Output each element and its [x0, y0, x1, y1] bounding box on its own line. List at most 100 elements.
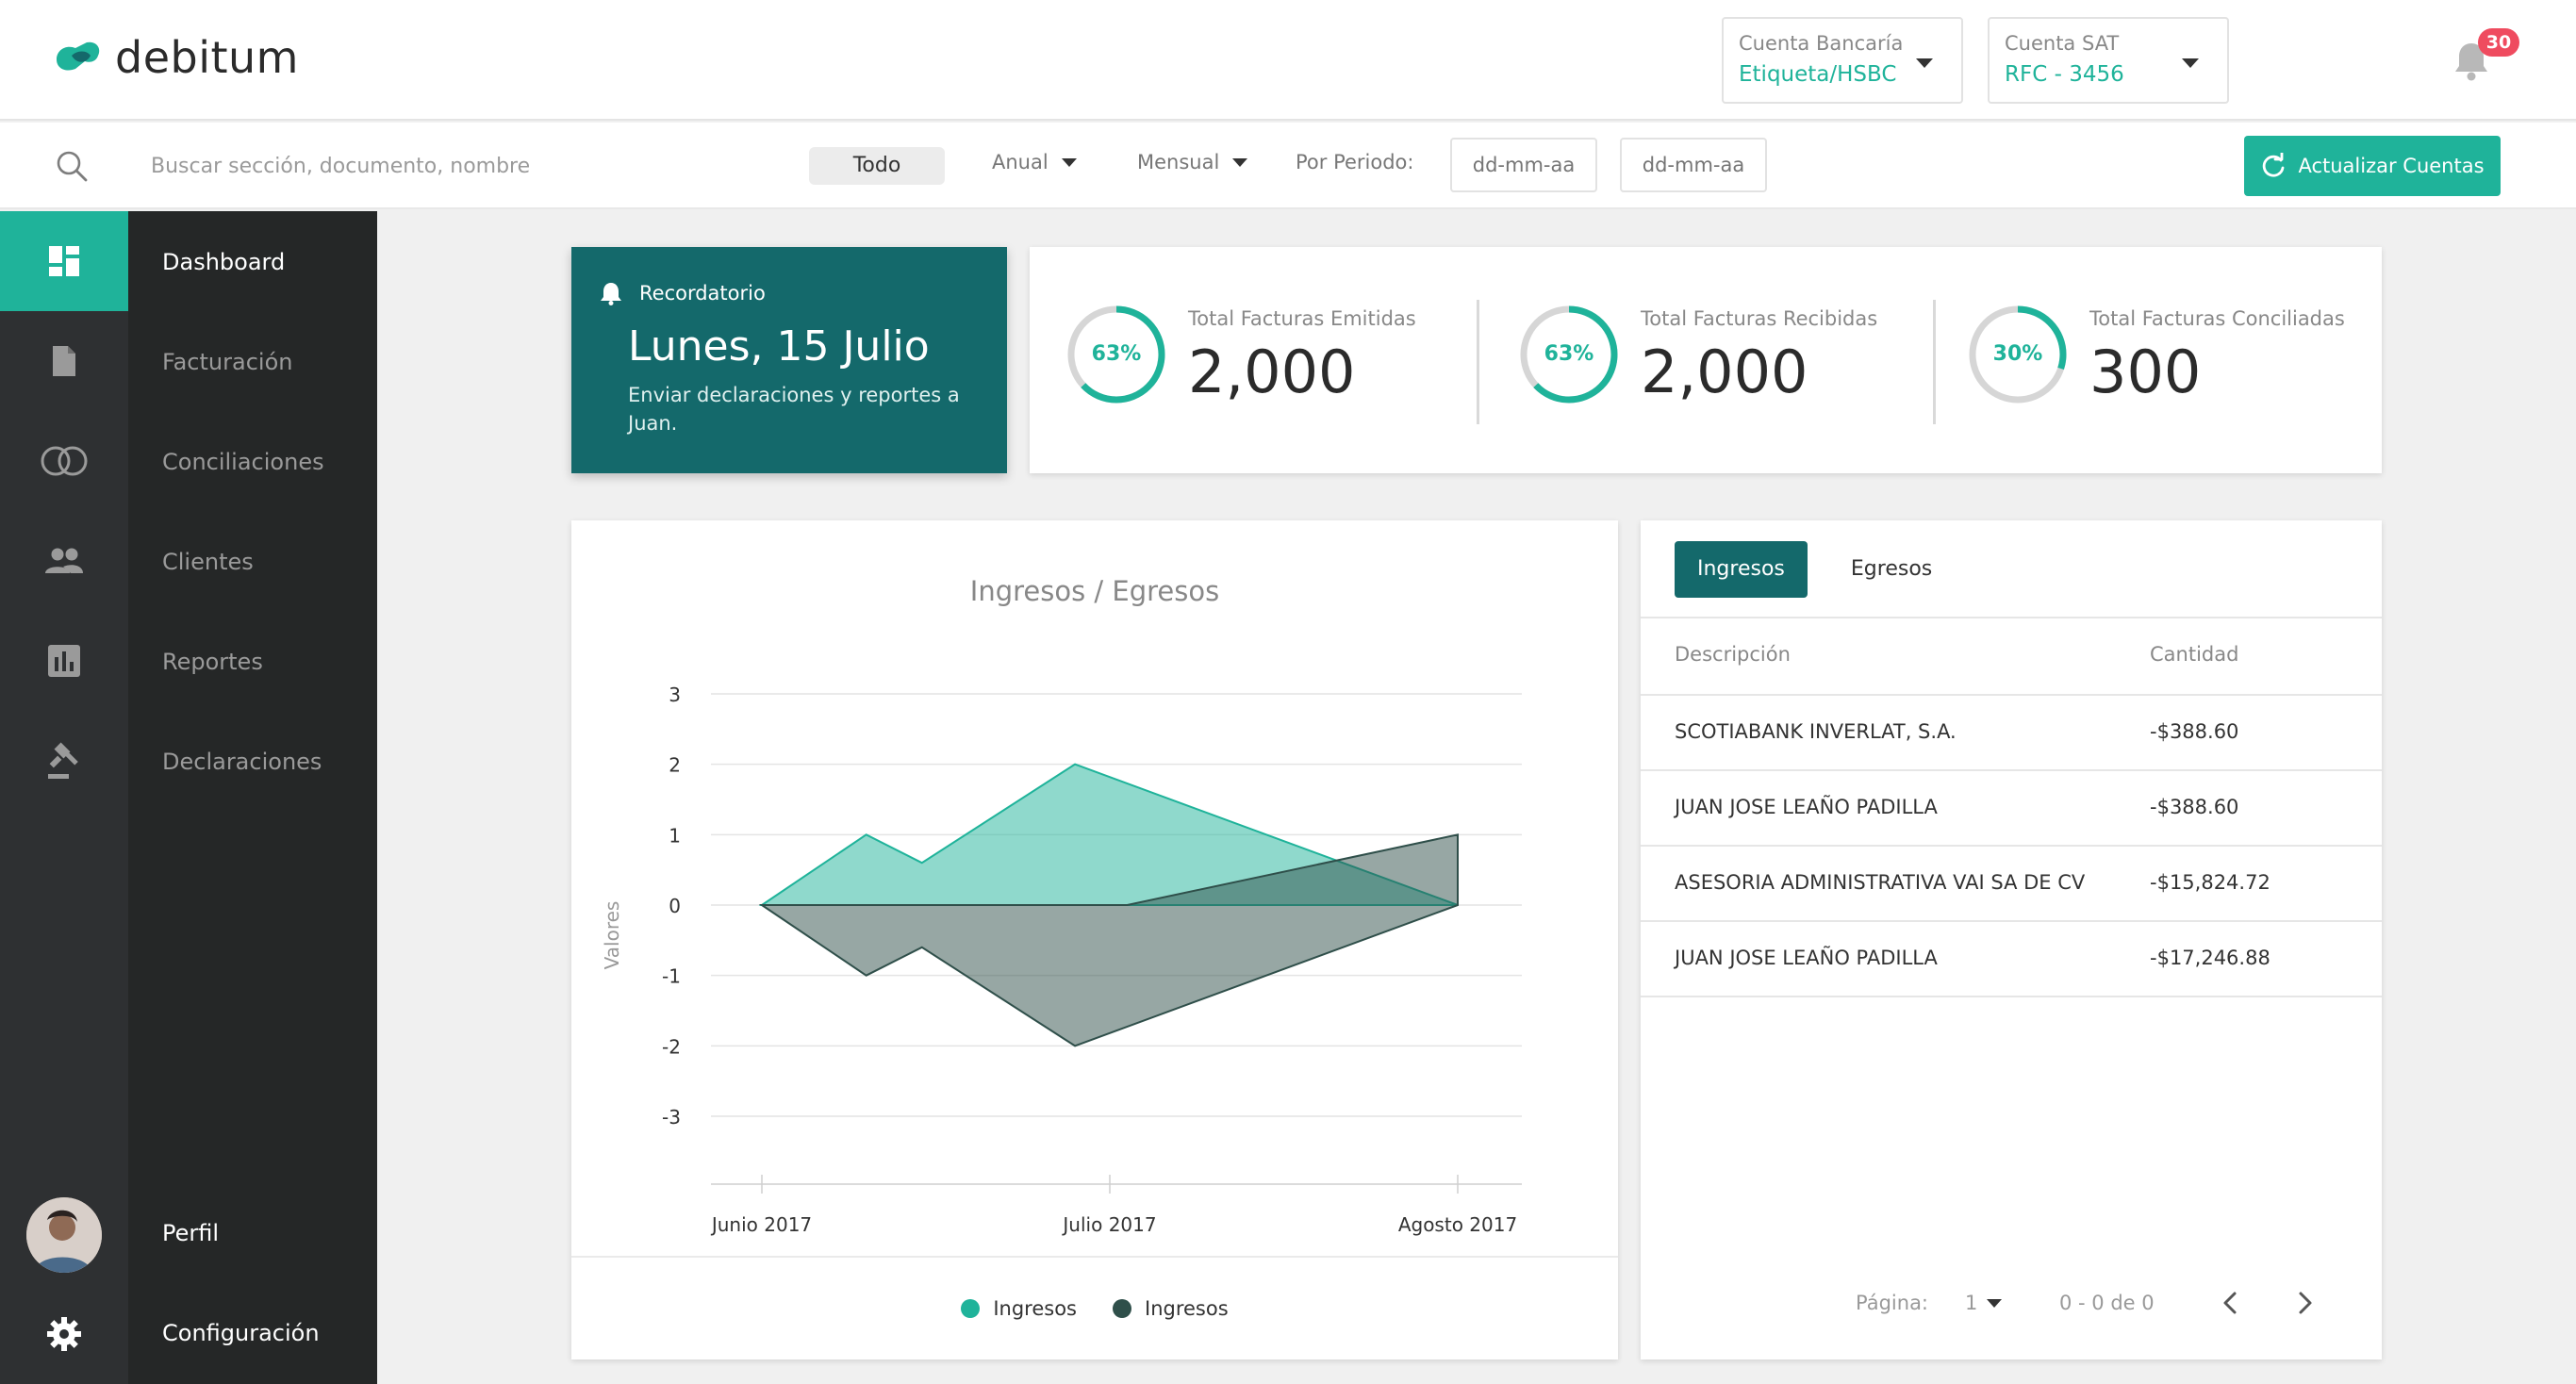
sidebar-item-dashboard[interactable]: Dashboard [162, 249, 285, 275]
stat-label: Total Facturas Conciliadas [2089, 307, 2345, 330]
sidebar-item-conciliaciones[interactable]: Conciliaciones [162, 449, 324, 475]
search-icon[interactable] [55, 149, 89, 183]
pagination-label: Página: [1856, 1292, 1929, 1314]
stat-percent: 30% [1992, 342, 2043, 366]
x-tick-label: Agosto 2017 [1398, 1213, 1517, 1236]
stat-percent: 63% [1091, 342, 1142, 366]
reminder-date: Lunes, 15 Julio [628, 322, 930, 371]
table-row-divider [1641, 996, 2382, 997]
sidebar-item-facturacion[interactable]: Facturación [162, 349, 292, 375]
settings-gear-icon[interactable] [0, 1284, 128, 1384]
y-tick-label: -3 [662, 1106, 681, 1129]
table-row-divider [1641, 769, 2382, 771]
chart-legend: Ingresos Ingresos [571, 1297, 1618, 1320]
transactions-card: Ingresos Egresos Descripción Cantidad SC… [1641, 520, 2382, 1359]
top-header: debitum Cuenta Bancaría Etiqueta/HSBC Cu… [0, 0, 2576, 121]
tab-egresos[interactable]: Egresos [1828, 541, 1955, 598]
chevron-right-icon[interactable] [2287, 1286, 2321, 1320]
table-cell-descripcion: JUAN JOSE LEAÑO PADILLA [1675, 947, 1938, 969]
sidebar-item-declaraciones[interactable]: Declaraciones [162, 749, 322, 775]
legend-item-egresos[interactable]: Ingresos [1113, 1297, 1229, 1320]
sidebar-item-reportes[interactable]: Reportes [162, 649, 263, 675]
refresh-accounts-label: Actualizar Cuentas [2298, 155, 2485, 177]
y-tick-label: 1 [669, 824, 681, 847]
search-input[interactable] [151, 147, 679, 185]
table-cell-cantidad: -$388.60 [2150, 796, 2239, 818]
divider [1641, 694, 2382, 696]
y-tick-label: -1 [662, 965, 681, 988]
stat-label: Total Facturas Recibidas [1641, 307, 1878, 330]
filter-anual-dropdown[interactable]: Anual [992, 151, 1077, 173]
rings-icon[interactable] [0, 411, 128, 511]
sidebar-nav: Dashboard Facturación Conciliaciones Cli… [128, 211, 377, 1384]
bank-account-label: Cuenta Bancaría [1739, 32, 1904, 55]
refresh-icon [2263, 153, 2285, 177]
reminder-description: Enviar declaraciones y reportes a Juan. [628, 384, 960, 435]
sat-account-label: Cuenta SAT [2005, 32, 2120, 55]
chevron-down-icon [1232, 157, 1248, 167]
table-cell-descripcion: ASESORIA ADMINISTRATIVA VAI SA DE CV [1675, 871, 2086, 894]
table-cell-cantidad: -$17,246.88 [2150, 947, 2271, 969]
table-cell-descripcion: JUAN JOSE LEAÑO PADILLA [1675, 796, 1938, 818]
tabs: Ingresos Egresos [1675, 541, 1955, 598]
sidebar-item-perfil[interactable]: Perfil [162, 1220, 219, 1246]
bell-icon [601, 283, 621, 305]
gavel-icon[interactable] [0, 711, 128, 811]
avatar[interactable] [26, 1197, 102, 1273]
x-tick-label: Junio 2017 [710, 1213, 812, 1236]
stat-value: 2,000 [1188, 338, 1356, 406]
document-icon[interactable] [0, 311, 128, 411]
column-header-descripcion[interactable]: Descripción [1675, 643, 1791, 666]
chart-card: Ingresos / Egresos 3 2 1 0 -1 -2 -3 Junio 2017 J… [571, 520, 1618, 1359]
y-axis-label: Valores [601, 901, 623, 970]
legend-dot [1113, 1299, 1131, 1318]
legend-item-ingresos[interactable]: Ingresos [961, 1297, 1077, 1320]
table-row-divider [1641, 920, 2382, 922]
sidebar-item-clientes[interactable]: Clientes [162, 549, 254, 575]
filter-anual-label: Anual [992, 151, 1049, 173]
divider [571, 1256, 1618, 1258]
sidebar-icon-rail [0, 211, 128, 1384]
page-select[interactable]: 1 [1965, 1292, 2003, 1314]
y-tick-label: 2 [669, 754, 681, 777]
tab-ingresos[interactable]: Ingresos [1675, 541, 1808, 598]
brand-name: debitum [115, 32, 299, 83]
reminder-header: Recordatorio [600, 281, 766, 305]
people-icon[interactable] [0, 511, 128, 611]
x-tick-label: Julio 2017 [1061, 1213, 1156, 1236]
sidebar-item-configuracion[interactable]: Configuración [162, 1320, 320, 1346]
date-from-input[interactable] [1450, 138, 1597, 192]
logo-icon [57, 41, 100, 71]
notification-badge: 30 [2478, 28, 2519, 57]
y-tick-label: -2 [662, 1035, 681, 1058]
divider [1641, 617, 2382, 618]
date-to-input[interactable] [1620, 138, 1767, 192]
filter-mensual-label: Mensual [1137, 151, 1220, 173]
table-cell-cantidad: -$15,824.72 [2150, 871, 2271, 894]
chevron-down-icon [1987, 1298, 2003, 1308]
stat-emitidas: 63% Total Facturas Emitidas 2,000 [1030, 247, 1478, 473]
y-tick-label: 3 [669, 684, 681, 706]
sat-account-select[interactable]: Cuenta SAT RFC - 3456 [1988, 17, 2229, 104]
filter-todo-button[interactable]: Todo [809, 147, 945, 185]
bank-account-select[interactable]: Cuenta Bancaría Etiqueta/HSBC [1722, 17, 1963, 104]
chevron-down-icon [1916, 58, 1933, 68]
legend-dot [961, 1299, 981, 1318]
stat-label: Total Facturas Emitidas [1188, 307, 1416, 330]
dashboard-icon[interactable] [0, 211, 128, 311]
area-chart: 3 2 1 0 -1 -2 -3 Junio 2017 Julio 2017 Agosto 201… [601, 684, 1522, 1236]
filter-mensual-dropdown[interactable]: Mensual [1137, 151, 1248, 173]
stats-card: 63% Total Facturas Emitidas 2,000 63% To… [1030, 247, 2382, 473]
filter-bar: Todo Anual Mensual Por Periodo: Actualiz… [0, 123, 2576, 209]
reminder-card: Recordatorio Lunes, 15 Julio Enviar decl… [571, 247, 1007, 473]
brand-logo[interactable]: debitum [53, 32, 299, 83]
chevron-left-icon[interactable] [2214, 1286, 2248, 1320]
stat-value: 2,000 [1641, 338, 1808, 406]
column-header-cantidad[interactable]: Cantidad [2150, 643, 2238, 666]
reminder-title: Recordatorio [639, 282, 766, 305]
page-number: 1 [1965, 1292, 1978, 1314]
chevron-down-icon [1061, 157, 1077, 167]
bar-chart-icon[interactable] [0, 611, 128, 711]
period-label: Por Periodo: [1296, 151, 1414, 173]
refresh-accounts-button[interactable]: Actualizar Cuentas [2244, 136, 2501, 196]
